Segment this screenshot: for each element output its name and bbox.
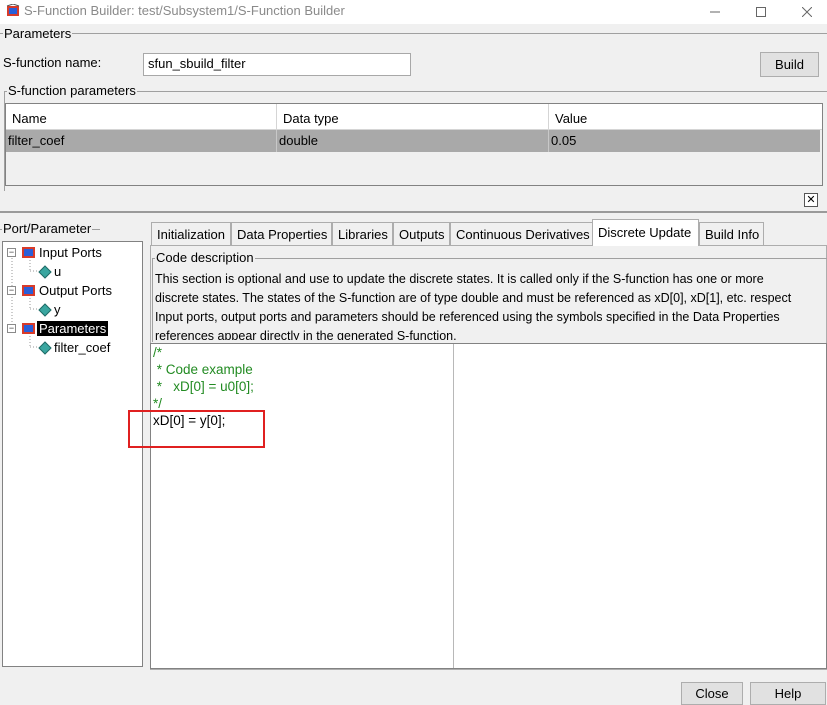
close-icon (802, 7, 812, 17)
tab-build-info[interactable]: Build Info (699, 222, 764, 245)
code-desc-border-left (152, 258, 153, 342)
expander-input-ports-icon[interactable]: − (7, 248, 16, 257)
code-desc-line: discrete states. The states of the S-fun… (155, 291, 792, 305)
parameters-group-border-top (0, 33, 827, 34)
cell-data-type[interactable]: double (277, 130, 549, 152)
tree-item-u[interactable]: u (38, 263, 63, 280)
sfunction-name-input[interactable]: sfun_sbuild_filter (143, 53, 411, 76)
minimize-button[interactable] (692, 0, 738, 24)
highlight-annotation-box (128, 410, 265, 448)
diamond-icon (38, 302, 52, 317)
port-block-icon (22, 247, 35, 258)
panel-splitter[interactable] (0, 211, 827, 213)
expander-parameters-icon[interactable]: − (7, 324, 16, 333)
column-header-data-type[interactable]: Data type (277, 104, 549, 130)
tree-item-input-ports[interactable]: Input Ports (21, 244, 104, 261)
column-header-value[interactable]: Value (549, 104, 822, 130)
code-comment-line: * Code example (153, 362, 253, 377)
code-description-text: This section is optional and use to upda… (155, 270, 825, 340)
tab-outputs[interactable]: Outputs (393, 222, 450, 245)
tree-item-filter-coef[interactable]: filter_coef (38, 339, 112, 356)
simulink-app-icon (6, 4, 20, 16)
code-comment-line: /* (153, 345, 163, 360)
maximize-button[interactable] (738, 0, 784, 24)
window-title: S-Function Builder: test/Subsystem1/S-Fu… (24, 3, 345, 18)
diamond-icon (38, 264, 52, 279)
tree-label: filter_coef (54, 340, 111, 355)
maximize-icon (756, 7, 766, 17)
port-block-icon (22, 285, 35, 296)
tab-continuous-derivatives[interactable]: Continuous Derivatives (450, 222, 593, 245)
port-parameter-tree[interactable]: − Input Ports u − Output Ports y − Param… (2, 241, 143, 667)
tree-label-selected: Parameters (37, 321, 109, 336)
code-description-legend: Code description (155, 250, 255, 265)
code-desc-line: references appear directly in the genera… (155, 329, 457, 340)
tree-item-y[interactable]: y (38, 301, 63, 318)
tree-item-output-ports[interactable]: Output Ports (21, 282, 114, 299)
port-parameter-legend: Port/Parameter (2, 221, 93, 236)
code-desc-line: Input ports, output ports and parameters… (155, 310, 780, 324)
editor-divider (453, 344, 454, 668)
collapse-params-close-icon[interactable]: ✕ (804, 193, 818, 207)
code-comment-line: */ (153, 396, 163, 411)
tree-label: Input Ports (39, 245, 102, 260)
tree-item-parameters[interactable]: Parameters (21, 320, 109, 337)
help-button[interactable]: Help (750, 682, 826, 705)
sfun-params-table[interactable]: Name Data type Value filter_coef double … (5, 103, 823, 186)
build-button[interactable]: Build (760, 52, 819, 77)
table-row[interactable]: filter_coef double 0.05 (6, 130, 820, 152)
close-button[interactable]: Close (681, 682, 743, 705)
minimize-icon (710, 11, 720, 13)
window-close-button[interactable] (784, 0, 827, 24)
column-header-name[interactable]: Name (6, 104, 277, 130)
port-block-icon (22, 323, 35, 334)
code-comment-line: * xD[0] = u0[0]; (153, 379, 254, 394)
tab-data-properties[interactable]: Data Properties (231, 222, 332, 245)
parameters-group-legend: Parameters (3, 26, 73, 41)
tree-label: y (54, 302, 61, 317)
diamond-icon (38, 340, 52, 355)
expander-output-ports-icon[interactable]: − (7, 286, 16, 295)
code-desc-line: This section is optional and use to upda… (155, 272, 764, 286)
tree-label: Output Ports (39, 283, 112, 298)
sfunction-name-label: S-function name: (3, 55, 102, 70)
sfun-params-legend: S-function parameters (7, 83, 137, 98)
cell-name[interactable]: filter_coef (6, 130, 277, 152)
tab-libraries[interactable]: Libraries (332, 222, 393, 245)
tree-label: u (54, 264, 62, 279)
cell-value[interactable]: 0.05 (549, 130, 820, 152)
tab-discrete-update[interactable]: Discrete Update (592, 219, 699, 246)
tab-initialization[interactable]: Initialization (151, 222, 231, 245)
